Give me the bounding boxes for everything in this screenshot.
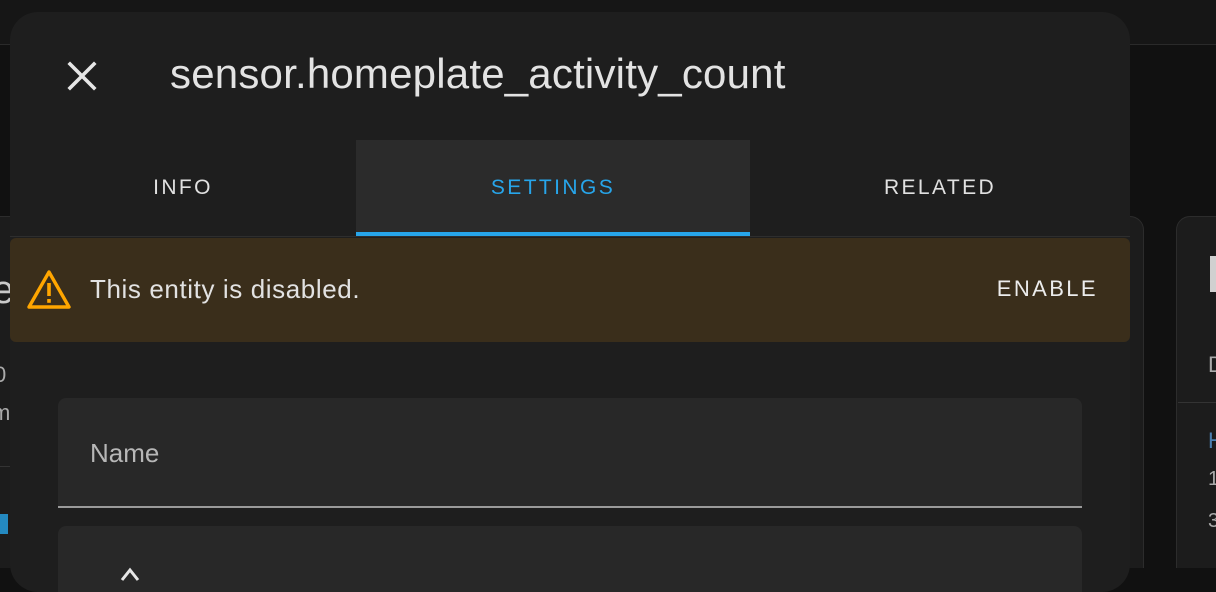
- background-text-fragment: D: [1208, 352, 1216, 377]
- tab-bar: INFO SETTINGS RELATED: [10, 140, 1130, 236]
- alert-triangle-icon: [27, 270, 71, 309]
- background-divider: [0, 466, 10, 467]
- name-field[interactable]: Name: [58, 398, 1082, 508]
- close-button[interactable]: [54, 52, 110, 100]
- tab-settings[interactable]: SETTINGS: [356, 140, 750, 236]
- chevron-up-icon: [120, 567, 140, 581]
- background-text-fragment: H: [1208, 428, 1216, 453]
- background-text-fragment: m: [0, 400, 11, 425]
- next-settings-field[interactable]: [58, 526, 1082, 592]
- enable-button[interactable]: ENABLE: [997, 276, 1098, 302]
- close-icon: [67, 61, 97, 91]
- background-text-fragment: 3: [1208, 510, 1216, 532]
- disabled-entity-warning: This entity is disabled. ENABLE: [10, 238, 1130, 342]
- background-accent-mark: [0, 514, 8, 534]
- background-title-fragment: [1210, 256, 1216, 292]
- tabs-divider: [10, 236, 1130, 237]
- tab-settings-label: SETTINGS: [490, 176, 616, 199]
- tab-info[interactable]: INFO: [10, 140, 356, 236]
- tab-related[interactable]: RELATED: [750, 140, 1130, 236]
- entity-settings-dialog: sensor.homeplate_activity_count INFO SET…: [10, 12, 1130, 592]
- tab-related-label: RELATED: [883, 176, 997, 199]
- tab-info-label: INFO: [153, 176, 213, 199]
- dialog-title: sensor.homeplate_activity_count: [170, 50, 786, 97]
- background-text-fragment: 0: [0, 362, 7, 387]
- name-input[interactable]: [90, 434, 1054, 476]
- background-divider: [1178, 402, 1216, 403]
- background-text-fragment: 1: [1208, 468, 1216, 490]
- warning-message: This entity is disabled.: [90, 274, 361, 304]
